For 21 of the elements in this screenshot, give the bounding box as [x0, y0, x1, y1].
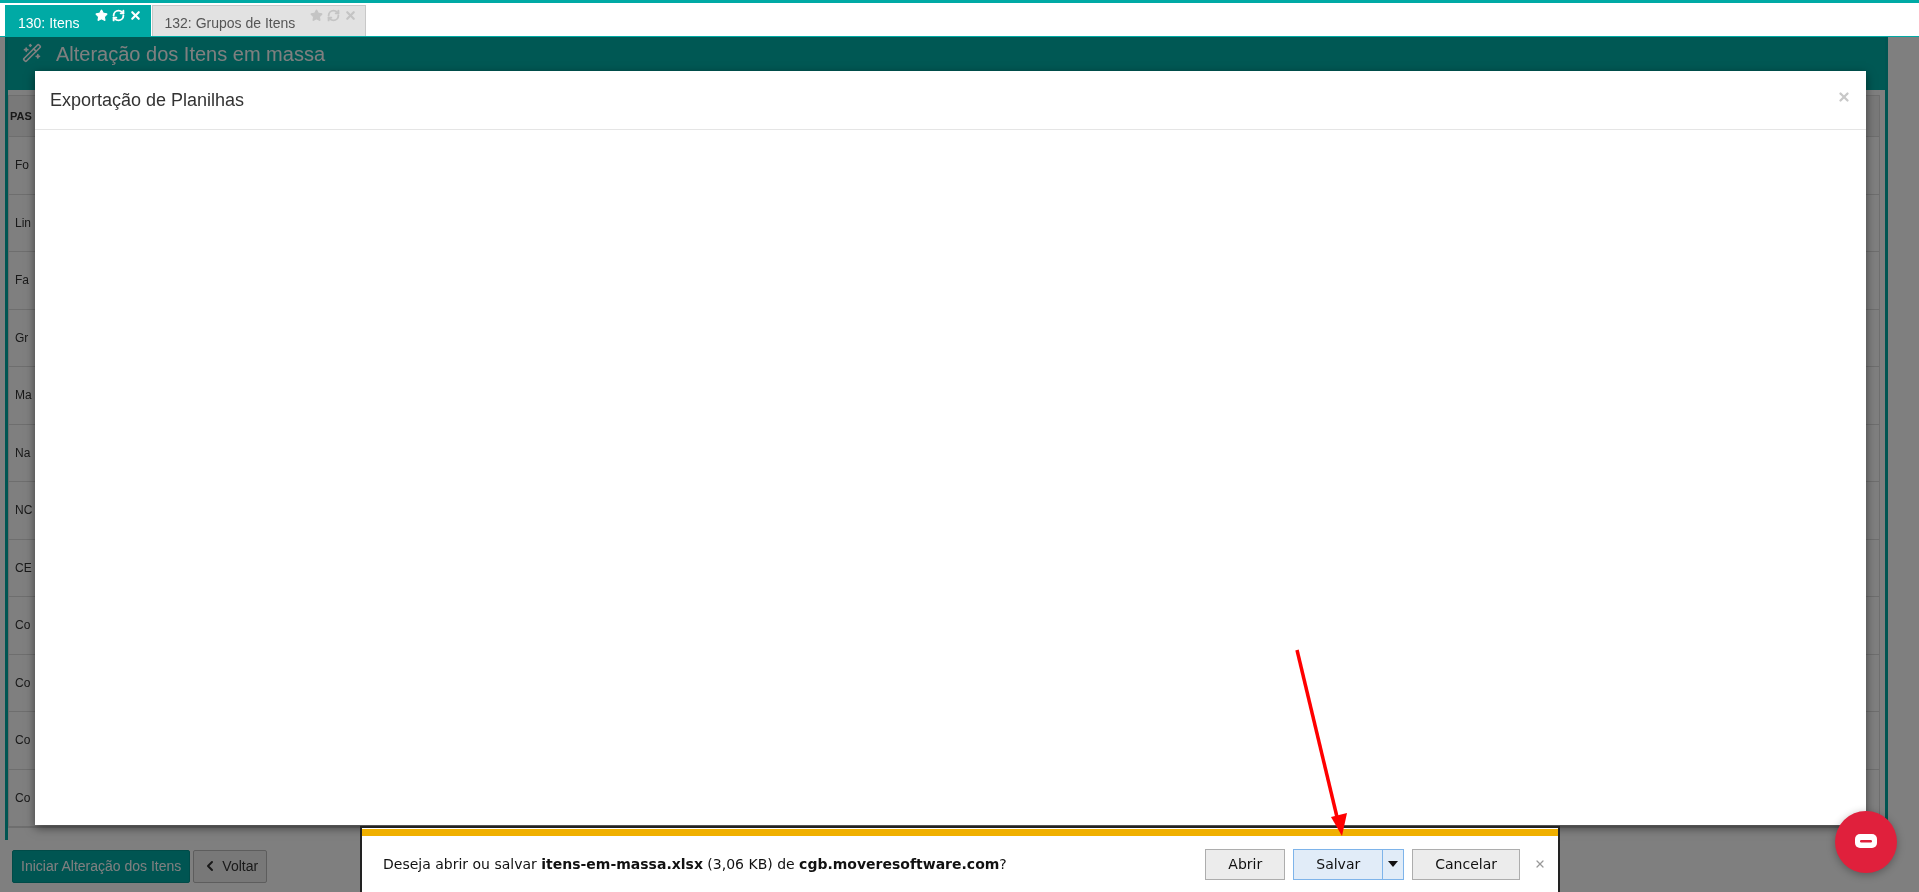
table-cell: Ma [15, 388, 32, 403]
page-title: Alteração dos Itens em massa [56, 43, 325, 65]
column-header: PAS [10, 110, 32, 122]
table-cell: Gr [15, 330, 29, 345]
table-cell: Na [15, 445, 31, 460]
download-button[interactable]: Cancelar [1412, 848, 1520, 880]
table-cell: Co [15, 618, 31, 633]
modal-title: Exportação de Planilhas [50, 89, 245, 111]
back-button[interactable]: Voltar [193, 849, 268, 883]
table-cell: Co [15, 790, 31, 805]
download-button[interactable]: Abrir [1205, 848, 1286, 880]
table-cell: Co [15, 675, 31, 690]
download-button[interactable]: Salvar [1293, 848, 1405, 880]
table-cell: Fo [15, 158, 29, 173]
download-message: Deseja abrir ou salvar itens-em-massa.xlsx (3,06 KB) de cgb.moveresoftware.com? [383, 856, 1008, 872]
tab[interactable]: 132: Grupos de Itens [151, 5, 367, 36]
table-cell: CE [15, 560, 32, 575]
table-cell: Co [15, 733, 31, 748]
table-cell: Lin [15, 215, 31, 230]
table-cell: NC [15, 503, 33, 518]
table-cell: Fa [15, 273, 29, 288]
